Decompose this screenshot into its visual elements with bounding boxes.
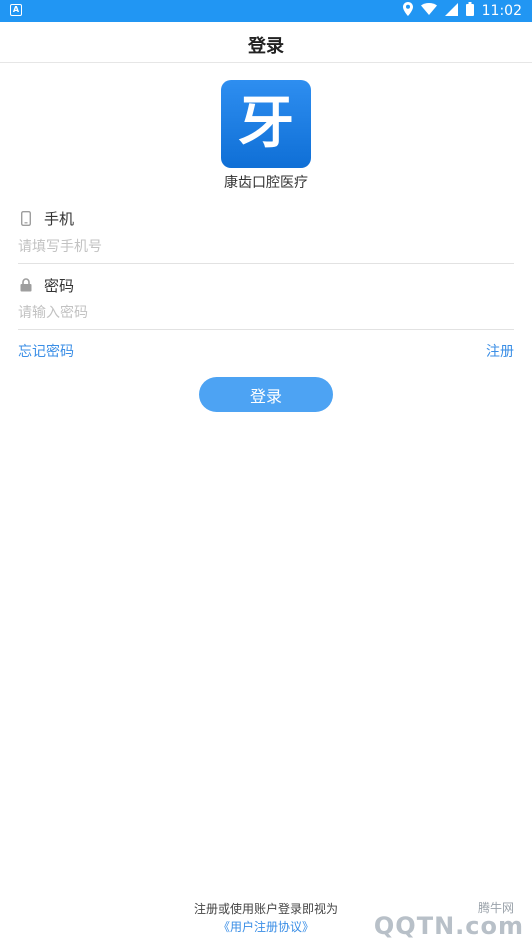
signal-icon <box>444 2 458 20</box>
page-title: 登录 <box>248 36 284 57</box>
battery-icon <box>465 2 474 20</box>
phone-icon <box>18 210 34 226</box>
location-icon <box>402 2 413 20</box>
forgot-password-link[interactable]: 忘记密码 <box>18 341 74 361</box>
lock-icon <box>18 277 34 293</box>
watermark-brand-text: QQTN.com <box>373 912 524 940</box>
title-bar: 登录 <box>0 22 532 63</box>
register-link[interactable]: 注册 <box>486 341 514 361</box>
app-name: 康齿口腔医疗 <box>224 175 308 191</box>
phone-label-row: 手机 <box>18 208 74 228</box>
logo-glyph: 牙 <box>238 91 294 156</box>
password-label: 密码 <box>44 276 75 295</box>
wifi-icon <box>420 3 437 19</box>
watermark: 腾牛网 QQTN.com <box>324 895 524 940</box>
app-logo: 牙 <box>221 80 311 168</box>
password-label-row: 密码 <box>18 275 74 295</box>
notification-icon: A <box>10 4 22 16</box>
status-icons: 11:02 <box>402 2 522 20</box>
password-input[interactable] <box>18 297 514 330</box>
phone-label: 手机 <box>44 209 75 228</box>
login-button[interactable]: 登录 <box>199 377 333 412</box>
phone-input[interactable] <box>18 231 514 264</box>
status-time: 11:02 <box>481 3 522 19</box>
status-bar: A 11:02 <box>0 0 532 22</box>
